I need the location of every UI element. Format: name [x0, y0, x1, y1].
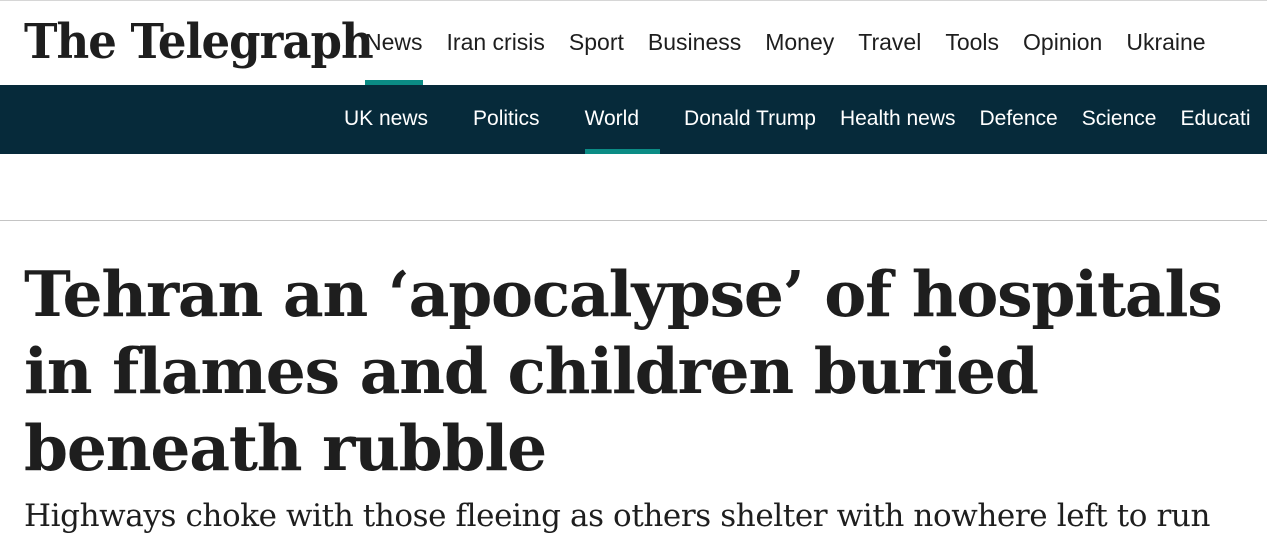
- article-headline: Tehran an ‘apocalypse’ of hospitals in f…: [24, 257, 1223, 485]
- top-nav-item-tools[interactable]: Tools: [933, 1, 1011, 86]
- telegraph-logo[interactable]: The Telegraph: [24, 10, 374, 73]
- top-nav-item-ukraine[interactable]: Ukraine: [1114, 1, 1217, 86]
- top-nav-item-news[interactable]: News: [353, 1, 435, 86]
- secondary-nav: UK news Politics World Donald Trump Heal…: [332, 85, 1250, 154]
- sub-nav-item-donald-trump[interactable]: Donald Trump: [684, 85, 816, 154]
- primary-nav: News Iran crisis Sport Business Money Tr…: [353, 1, 1218, 86]
- sub-nav-item-education[interactable]: Educati: [1180, 85, 1250, 154]
- top-nav-item-money[interactable]: Money: [753, 1, 846, 86]
- sub-nav-item-science[interactable]: Science: [1082, 85, 1157, 154]
- sub-nav-item-world[interactable]: World: [584, 85, 661, 154]
- sub-nav-item-health-news[interactable]: Health news: [840, 85, 956, 154]
- sub-nav-item-uk-news[interactable]: UK news: [344, 85, 428, 154]
- article-standfirst: Highways choke with those fleeing as oth…: [24, 498, 1211, 534]
- sub-nav-item-politics[interactable]: Politics: [473, 85, 540, 154]
- top-nav-item-opinion[interactable]: Opinion: [1011, 1, 1114, 86]
- sub-nav-item-defence[interactable]: Defence: [980, 85, 1058, 154]
- top-nav-item-travel[interactable]: Travel: [846, 1, 933, 86]
- secondary-nav-bar: UK news Politics World Donald Trump Heal…: [0, 85, 1267, 154]
- top-nav-item-sport[interactable]: Sport: [557, 1, 636, 86]
- top-nav-item-business[interactable]: Business: [636, 1, 753, 86]
- masthead: The Telegraph News Iran crisis Sport Bus…: [0, 0, 1267, 86]
- section-divider: [0, 220, 1267, 221]
- top-nav-item-iran-crisis[interactable]: Iran crisis: [435, 1, 557, 86]
